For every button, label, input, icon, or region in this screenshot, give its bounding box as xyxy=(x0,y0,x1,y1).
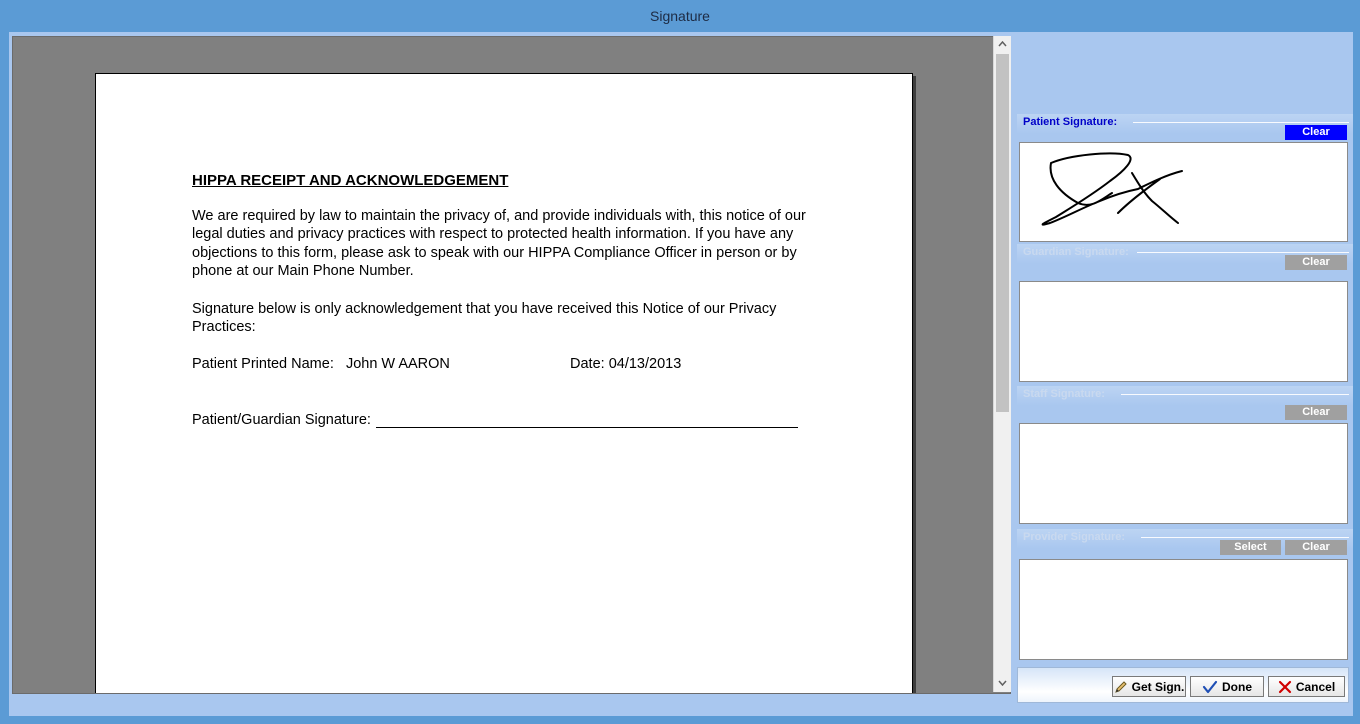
provider-signature-label: Provider Signature: xyxy=(1023,531,1126,543)
provider-clear-button[interactable]: Clear xyxy=(1285,540,1347,555)
client-area: HIPPA RECEIPT AND ACKNOWLEDGEMENT We are… xyxy=(9,32,1353,716)
chevron-up-icon[interactable] xyxy=(994,36,1011,53)
cancel-label: Cancel xyxy=(1295,679,1336,694)
window-title: Signature xyxy=(0,0,1360,32)
printed-name-label: Patient Printed Name: xyxy=(192,356,334,372)
document-title: HIPPA RECEIPT AND ACKNOWLEDGEMENT xyxy=(192,172,509,189)
cancel-button[interactable]: Cancel xyxy=(1268,676,1345,697)
get-sign-label: Get Sign. xyxy=(1131,679,1185,694)
date-row: Date: 04/13/2013 xyxy=(570,356,681,372)
guardian-signature-pad[interactable] xyxy=(1019,281,1348,382)
scroll-thumb[interactable] xyxy=(996,54,1009,412)
done-label: Done xyxy=(1222,679,1252,694)
section-divider xyxy=(1141,537,1349,538)
signature-label: Patient/Guardian Signature: xyxy=(192,412,371,428)
signature-row: Patient/Guardian Signature: xyxy=(192,411,798,428)
staff-signature-section: Staff Signature: Clear xyxy=(1017,386,1353,526)
signature-line xyxy=(375,411,798,428)
provider-select-button[interactable]: Select xyxy=(1220,540,1281,555)
staff-signature-header: Staff Signature: xyxy=(1017,386,1353,406)
vertical-scrollbar[interactable] xyxy=(993,36,1011,692)
patient-signature-pad[interactable] xyxy=(1019,142,1348,242)
section-divider xyxy=(1133,122,1349,123)
document-paragraph-privacy: We are required by law to maintain the p… xyxy=(192,208,806,279)
chevron-down-icon[interactable] xyxy=(994,675,1011,692)
get-sign-button[interactable]: Get Sign. xyxy=(1112,676,1186,697)
printed-name-value: John W AARON xyxy=(345,356,450,372)
staff-clear-button[interactable]: Clear xyxy=(1285,405,1347,420)
document-viewer[interactable]: HIPPA RECEIPT AND ACKNOWLEDGEMENT We are… xyxy=(12,36,1011,694)
printed-name-row: Patient Printed Name: John W AARON xyxy=(192,356,450,372)
document-paragraph-acknowledgement: Signature below is only acknowledgement … xyxy=(192,301,777,336)
patient-signature-drawing xyxy=(1041,152,1183,226)
staff-signature-label: Staff Signature: xyxy=(1023,388,1105,400)
section-divider xyxy=(1137,252,1349,253)
staff-signature-pad[interactable] xyxy=(1019,423,1348,524)
done-button[interactable]: Done xyxy=(1190,676,1264,697)
provider-signature-section: Provider Signature: Select Clear xyxy=(1017,529,1353,665)
guardian-signature-label: Guardian Signature: xyxy=(1023,246,1129,258)
patient-signature-label: Patient Signature: xyxy=(1023,116,1118,128)
provider-signature-pad[interactable] xyxy=(1019,559,1348,660)
guardian-clear-button[interactable]: Clear xyxy=(1285,255,1347,270)
document-page: HIPPA RECEIPT AND ACKNOWLEDGEMENT We are… xyxy=(95,73,913,693)
close-icon xyxy=(1278,680,1291,693)
patient-signature-section: Patient Signature: Clear xyxy=(1017,114,1353,244)
action-bar: Get Sign. Done Cancel xyxy=(1017,667,1349,703)
section-divider xyxy=(1121,394,1349,395)
patient-clear-button[interactable]: Clear xyxy=(1285,125,1347,140)
date-label: Date: xyxy=(570,356,605,372)
check-icon xyxy=(1202,680,1218,693)
date-value: 04/13/2013 xyxy=(608,356,682,372)
pen-icon xyxy=(1114,680,1127,693)
guardian-signature-section: Guardian Signature: Clear xyxy=(1017,244,1353,384)
